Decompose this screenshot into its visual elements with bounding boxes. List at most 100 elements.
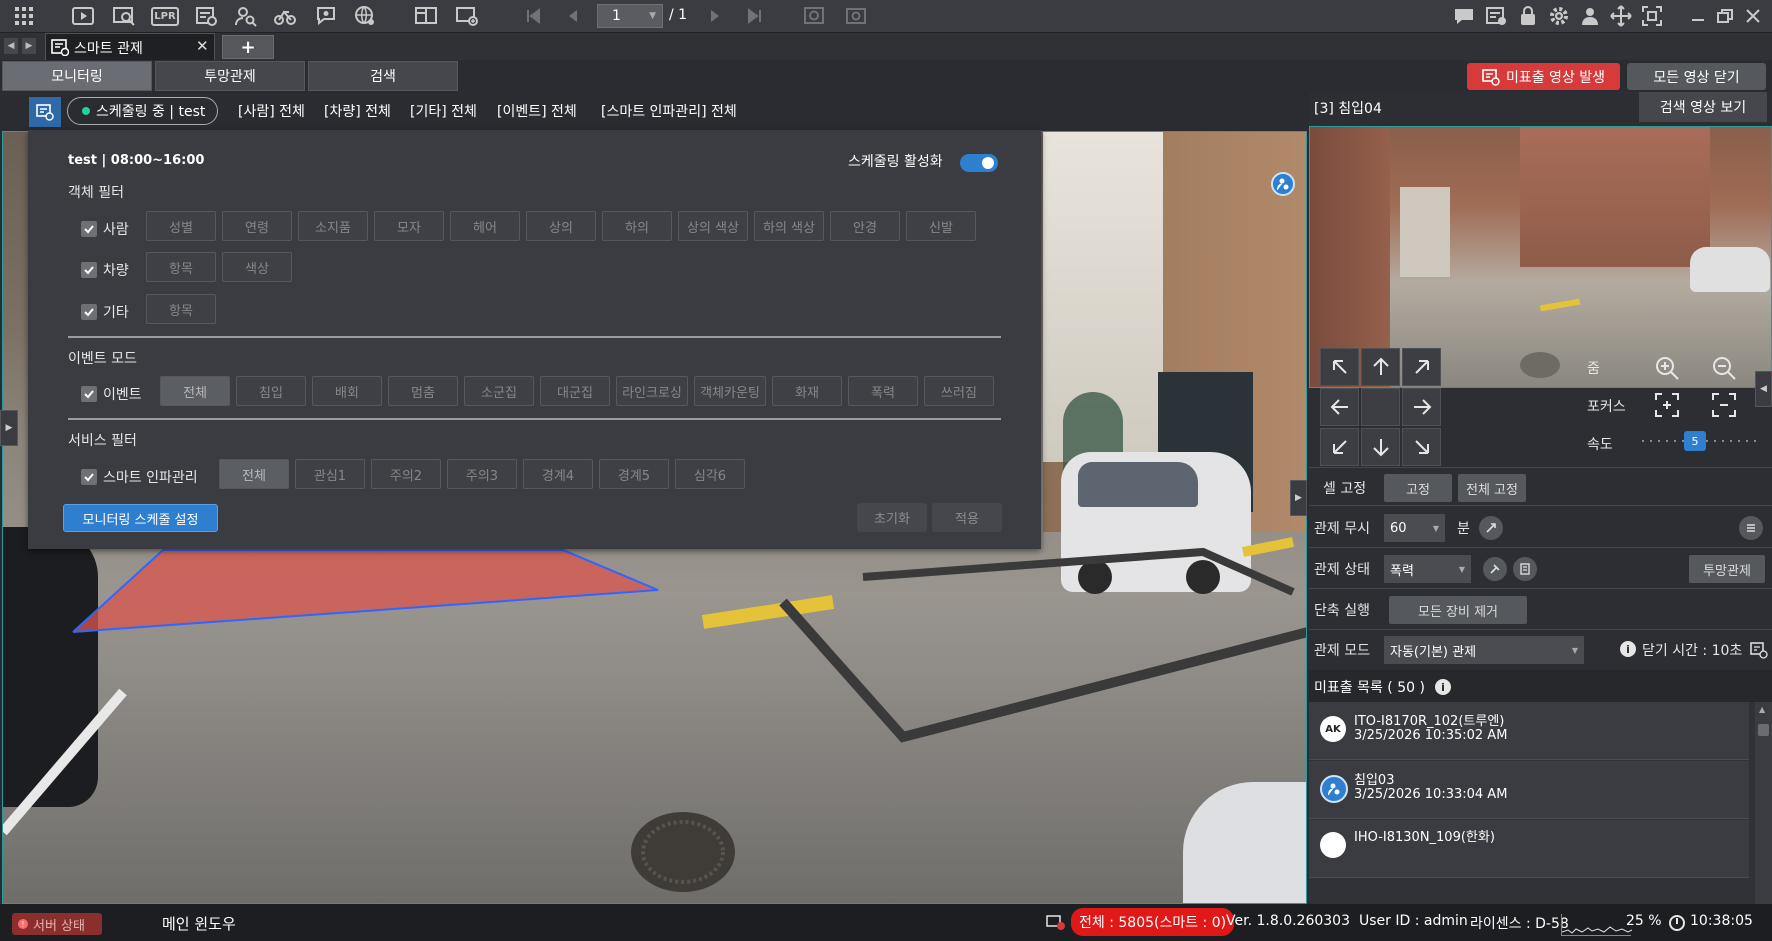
person-gender-button[interactable]: 성별 (146, 211, 216, 241)
tab-scroll-right-icon[interactable]: ▶ (22, 38, 36, 54)
search-video-button[interactable]: 검색 영상 보기 (1639, 92, 1767, 122)
tab-monitoring[interactable]: 모니터링 (2, 61, 152, 91)
ptz-down-right-button[interactable] (1402, 428, 1441, 466)
filter-chip-person[interactable]: [사람] 전체 (238, 101, 305, 121)
ptz-up-button[interactable] (1361, 348, 1400, 386)
event-fire-button[interactable]: 화재 (772, 376, 842, 406)
last-page-icon[interactable] (742, 3, 768, 29)
person-bottom-color-button[interactable]: 하의 색상 (754, 211, 824, 241)
intrusion-event-icon[interactable] (1271, 172, 1295, 196)
ptz-right-button[interactable] (1402, 388, 1441, 426)
zoom-in-icon[interactable] (1654, 355, 1680, 381)
person-top-button[interactable]: 상의 (526, 211, 596, 241)
person-age-button[interactable]: 연령 (222, 211, 292, 241)
ptz-up-left-button[interactable] (1320, 348, 1359, 386)
move-icon[interactable] (1608, 3, 1634, 29)
list-item[interactable]: AK ITO-I8170R_102(트루엔) 3/25/2026 10:35:0… (1309, 702, 1749, 760)
crowd-all-button[interactable]: 전체 (219, 459, 289, 489)
person-hat-button[interactable]: 모자 (374, 211, 444, 241)
person-shoes-button[interactable]: 신발 (906, 211, 976, 241)
event-intrusion-button[interactable]: 침입 (236, 376, 306, 406)
tab-scroll-left-icon[interactable]: ◀ (4, 38, 18, 54)
list-item[interactable]: IHO-I8130N_109(한화) (1309, 820, 1749, 878)
message-icon[interactable] (1451, 3, 1477, 29)
unshown-video-alert-button[interactable]: 미표출 영상 발생 (1467, 63, 1620, 90)
person-search-icon[interactable] (233, 3, 259, 29)
vehicle-checkbox[interactable] (81, 262, 97, 278)
ptz-up-right-button[interactable] (1402, 348, 1441, 386)
schedule-toggle[interactable] (960, 154, 998, 172)
fix-button[interactable]: 고정 (1384, 474, 1452, 502)
event-loitering-button[interactable]: 배회 (312, 376, 382, 406)
event-stop-button[interactable]: 멈춤 (388, 376, 458, 406)
next-page-icon[interactable] (702, 3, 728, 29)
user-icon[interactable] (1577, 3, 1603, 29)
monitoring-schedule-button[interactable]: 모니터링 스케줄 설정 (63, 504, 218, 532)
event-large-crowd-button[interactable]: 대군집 (540, 376, 610, 406)
focus-near-icon[interactable] (1654, 392, 1680, 418)
tab-close-icon[interactable]: ✕ (196, 37, 209, 55)
status-select[interactable]: 폭력 ▼ (1384, 555, 1471, 583)
ptz-collapse-icon[interactable]: ◀ (1755, 371, 1772, 407)
ptz-center-button[interactable] (1361, 388, 1400, 426)
patrol-control-button[interactable]: 투망관제 (1689, 555, 1765, 583)
lock-icon[interactable] (1515, 3, 1541, 29)
fix-all-button[interactable]: 전체 고정 (1458, 474, 1526, 502)
ptz-down-left-button[interactable] (1320, 428, 1359, 466)
person-hair-button[interactable]: 헤어 (450, 211, 520, 241)
add-view-icon[interactable] (454, 3, 480, 29)
remove-all-devices-button[interactable]: 모든 장비 제거 (1389, 596, 1527, 624)
status-note-icon[interactable] (1513, 557, 1537, 581)
close-window-icon[interactable] (1740, 3, 1766, 29)
crowd-alert4-button[interactable]: 경계4 (523, 459, 593, 489)
refresh-view-icon[interactable] (801, 3, 827, 29)
control-mode-select[interactable]: 자동(기본) 관제 ▼ (1384, 636, 1584, 664)
event-violence-button[interactable]: 폭력 (848, 376, 918, 406)
bicycle-icon[interactable] (272, 3, 298, 29)
filter-toggle-button[interactable] (29, 97, 61, 127)
filter-chip-vehicle[interactable]: [차량] 전체 (324, 101, 391, 121)
globe-settings-icon[interactable] (352, 3, 378, 29)
prev-page-icon[interactable] (560, 3, 586, 29)
restore-icon[interactable] (1712, 3, 1738, 29)
scroll-up-icon[interactable]: ▲ (1759, 705, 1765, 714)
fullscreen-icon[interactable] (1639, 3, 1665, 29)
event-small-crowd-button[interactable]: 소군집 (464, 376, 534, 406)
person-belongings-button[interactable]: 소지품 (298, 211, 368, 241)
grid-menu-icon[interactable] (11, 3, 37, 29)
status-pin-icon[interactable] (1483, 557, 1507, 581)
other-item-button[interactable]: 항목 (146, 294, 216, 324)
person-glasses-button[interactable]: 안경 (830, 211, 900, 241)
speed-slider-thumb[interactable]: 5 (1684, 431, 1706, 451)
connection-alert-icon[interactable] (1046, 913, 1066, 931)
total-device-count[interactable]: 전체 : 5805(스마트 : 0) (1071, 908, 1235, 936)
vehicle-color-button[interactable]: 색상 (222, 252, 292, 282)
tab-patrol-control[interactable]: 투망관제 (155, 61, 305, 91)
smart-crowd-checkbox[interactable] (81, 469, 97, 485)
event-checkbox[interactable] (81, 386, 97, 402)
vehicle-item-button[interactable]: 항목 (146, 252, 216, 282)
list-menu-icon[interactable] (1739, 516, 1763, 540)
event-log-icon[interactable] (193, 3, 219, 29)
crowd-severe6-button[interactable]: 심각6 (675, 459, 745, 489)
apply-button[interactable]: 적용 (932, 503, 1002, 532)
snapshot-icon[interactable] (843, 3, 869, 29)
info-icon[interactable]: i (1620, 641, 1636, 657)
list-item[interactable]: 침입03 3/25/2026 10:33:04 AM (1309, 761, 1749, 819)
lpr-icon[interactable]: LPR (151, 7, 179, 26)
event-line-crossing-button[interactable]: 라인크로싱 (616, 376, 688, 406)
crowd-caution2-button[interactable]: 주의2 (371, 459, 441, 489)
chat-camera-icon[interactable] (313, 3, 339, 29)
first-page-icon[interactable] (520, 3, 546, 29)
other-checkbox[interactable] (81, 304, 97, 320)
filter-chip-other[interactable]: [기타] 전체 (410, 101, 477, 121)
tab-smart-control[interactable]: 스마트 관제 ✕ (45, 33, 215, 60)
zoom-out-icon[interactable] (1711, 355, 1737, 381)
crowd-alert5-button[interactable]: 경계5 (599, 459, 669, 489)
focus-far-icon[interactable] (1711, 392, 1737, 418)
schedule-status-pill[interactable]: 스케줄링 중 | test (67, 97, 219, 125)
event-monitor-icon[interactable] (1483, 3, 1509, 29)
event-fall-button[interactable]: 쓰러짐 (924, 376, 994, 406)
gear-icon[interactable] (1546, 3, 1572, 29)
close-all-videos-button[interactable]: 모든 영상 닫기 (1627, 63, 1766, 90)
